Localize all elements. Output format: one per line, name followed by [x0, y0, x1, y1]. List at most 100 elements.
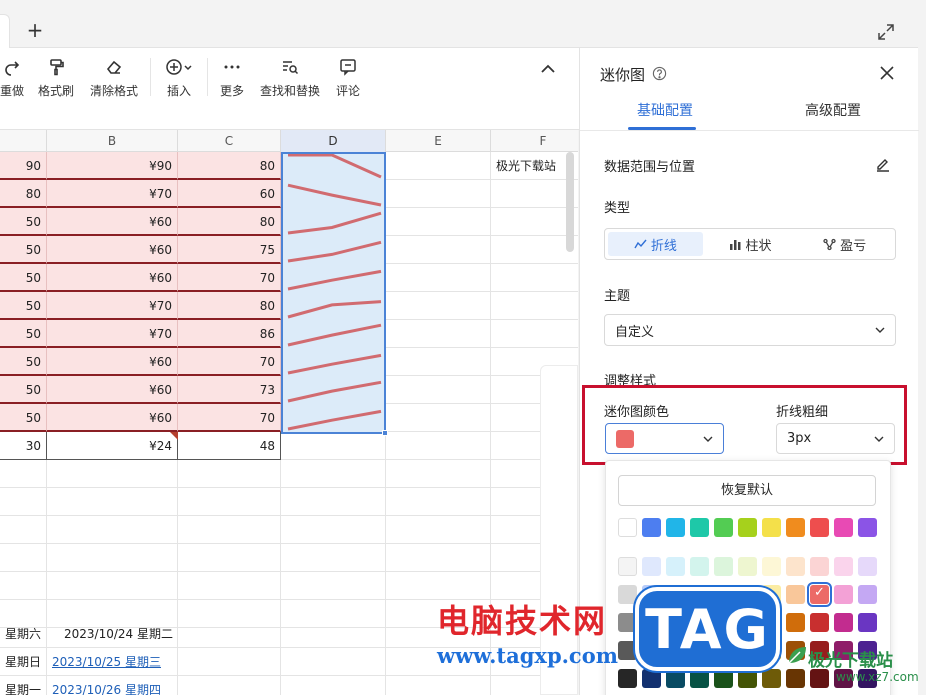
table-cell[interactable]: 星期六 [0, 620, 47, 648]
table-cell[interactable]: 极光下载站 [491, 152, 578, 180]
table-cell[interactable]: ¥70 [47, 292, 178, 320]
help-icon[interactable] [652, 66, 667, 81]
table-cell[interactable]: 75 [178, 236, 281, 264]
theme-select[interactable]: 自定义 [604, 314, 896, 346]
color-swatch[interactable] [690, 557, 709, 576]
table-cell[interactable]: 48 [178, 432, 281, 460]
color-swatch[interactable] [642, 557, 661, 576]
sparkline-cell[interactable] [281, 152, 386, 180]
color-swatch[interactable] [810, 613, 829, 632]
color-swatch[interactable] [618, 585, 637, 604]
find-replace-button[interactable]: 查找和替换 [258, 58, 322, 102]
table-cell[interactable]: 50 [0, 292, 47, 320]
clear-format-button[interactable]: 清除格式 [88, 58, 140, 102]
vertical-scrollbar[interactable] [566, 152, 574, 252]
color-swatch[interactable] [666, 669, 685, 688]
table-cell[interactable] [491, 292, 578, 320]
table-cell[interactable]: 2023/10/25 星期三 [47, 648, 178, 676]
add-tab-button[interactable]: + [24, 19, 46, 41]
sparkline-cell[interactable] [281, 208, 386, 236]
table-cell[interactable]: 80 [178, 152, 281, 180]
color-swatch[interactable] [762, 669, 781, 688]
comment-button[interactable]: 评论 [334, 58, 362, 102]
color-swatch[interactable] [834, 613, 853, 632]
table-cell[interactable]: 星期一 [0, 676, 47, 695]
table-cell[interactable]: 50 [0, 264, 47, 292]
comment-indicator[interactable] [170, 432, 178, 440]
table-cell[interactable]: 80 [178, 208, 281, 236]
sheet-tab[interactable] [0, 14, 10, 48]
type-line-option[interactable]: 折线 [608, 232, 703, 256]
sparkline-color-select[interactable] [605, 423, 724, 454]
color-swatch[interactable] [690, 669, 709, 688]
color-swatch[interactable] [786, 669, 805, 688]
table-cell[interactable]: ¥70 [47, 180, 178, 208]
table-cell[interactable]: 70 [178, 264, 281, 292]
color-swatch[interactable] [810, 518, 829, 537]
table-cell[interactable]: 60 [178, 180, 281, 208]
color-swatch[interactable] [738, 557, 757, 576]
color-swatch[interactable] [834, 585, 853, 604]
sparkline-cell[interactable] [281, 404, 386, 432]
sparkline-cell[interactable] [281, 376, 386, 404]
table-cell[interactable]: ¥60 [47, 264, 178, 292]
table-cell[interactable] [491, 208, 578, 236]
color-swatch[interactable] [834, 557, 853, 576]
table-cell[interactable]: 73 [178, 376, 281, 404]
chevron-up-icon[interactable] [539, 60, 557, 78]
table-cell[interactable]: ¥60 [47, 376, 178, 404]
sparkline-cell[interactable] [281, 292, 386, 320]
table-cell[interactable]: 50 [0, 208, 47, 236]
edit-icon[interactable] [875, 156, 891, 172]
color-swatch[interactable] [858, 585, 877, 604]
color-swatch[interactable] [642, 518, 661, 537]
table-cell[interactable]: ¥60 [47, 208, 178, 236]
color-swatch[interactable] [810, 669, 829, 688]
color-swatch[interactable] [807, 582, 832, 607]
table-cell[interactable]: 70 [178, 348, 281, 376]
close-icon[interactable] [879, 65, 895, 81]
table-cell[interactable]: 30 [0, 432, 47, 460]
color-swatch[interactable] [762, 518, 781, 537]
table-cell[interactable]: ¥70 [47, 320, 178, 348]
table-cell[interactable]: 80 [178, 292, 281, 320]
table-cell[interactable]: 50 [0, 376, 47, 404]
table-cell[interactable]: 2023/10/24 星期二 [47, 620, 178, 648]
format-painter-button[interactable]: 格式刷 [36, 58, 76, 102]
sparkline-cell[interactable] [281, 348, 386, 376]
table-cell[interactable]: 50 [0, 320, 47, 348]
table-cell[interactable]: ¥24 [47, 432, 178, 460]
insert-button[interactable]: 插入 [160, 58, 198, 102]
color-swatch[interactable] [786, 613, 805, 632]
table-cell[interactable]: 50 [0, 236, 47, 264]
color-swatch[interactable] [714, 669, 733, 688]
tab-advanced-config[interactable]: 高级配置 [788, 100, 878, 130]
table-cell[interactable]: ¥60 [47, 404, 178, 432]
column-header-e[interactable]: E [386, 130, 491, 152]
type-bar-option[interactable]: 柱状 [703, 232, 798, 256]
table-cell[interactable]: ¥60 [47, 236, 178, 264]
table-cell[interactable]: 80 [0, 180, 47, 208]
column-header-c[interactable]: C [178, 130, 281, 152]
color-swatch[interactable] [618, 669, 637, 688]
table-cell[interactable]: 50 [0, 404, 47, 432]
table-cell[interactable] [491, 236, 578, 264]
color-swatch[interactable] [858, 613, 877, 632]
column-header-a[interactable] [0, 130, 47, 152]
column-header-d[interactable]: D [281, 130, 386, 152]
color-swatch[interactable] [666, 557, 685, 576]
sparkline-cell[interactable] [281, 264, 386, 292]
more-button[interactable]: 更多 [217, 58, 247, 102]
table-cell[interactable]: 86 [178, 320, 281, 348]
column-header-f[interactable]: F [491, 130, 578, 152]
color-swatch[interactable] [666, 518, 685, 537]
line-thickness-select[interactable]: 3px [776, 423, 895, 454]
sparkline-cell[interactable] [281, 236, 386, 264]
color-swatch[interactable] [810, 557, 829, 576]
table-cell[interactable]: 90 [0, 152, 47, 180]
redo-button[interactable]: 重做 [0, 58, 24, 102]
color-swatch[interactable] [642, 669, 661, 688]
table-cell[interactable] [491, 180, 578, 208]
color-swatch[interactable] [618, 518, 637, 537]
tab-basic-config[interactable]: 基础配置 [620, 100, 710, 130]
